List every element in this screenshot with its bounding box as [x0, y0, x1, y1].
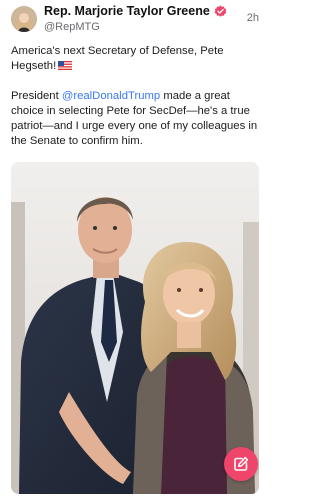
post-paragraph-2: President @realDonaldTrump made a great … [11, 89, 261, 149]
author-display-name[interactable]: Rep. Marjorie Taylor Greene [44, 4, 210, 18]
mention-link[interactable]: @realDonaldTrump [62, 90, 160, 102]
author-avatar[interactable] [11, 6, 37, 32]
headline-text: America's next Secretary of Defense, Pet… [11, 45, 224, 72]
verified-badge-icon [214, 5, 227, 17]
avatar-image [11, 6, 37, 32]
us-flag-emoji-icon [58, 61, 73, 70]
photo-two-people-image [11, 162, 259, 494]
paragraph-prefix: President [11, 90, 62, 102]
post-paragraph-1: America's next Secretary of Defense, Pet… [11, 44, 261, 74]
post-card[interactable]: Rep. Marjorie Taylor Greene @RepMTG 2h A… [0, 0, 269, 500]
author-handle[interactable]: @RepMTG [44, 21, 100, 33]
post-image[interactable] [11, 162, 259, 494]
post-timestamp: 2h [246, 12, 259, 24]
compose-icon [234, 456, 249, 471]
post-body: America's next Secretary of Defense, Pet… [11, 44, 261, 149]
compose-button[interactable] [224, 447, 258, 481]
